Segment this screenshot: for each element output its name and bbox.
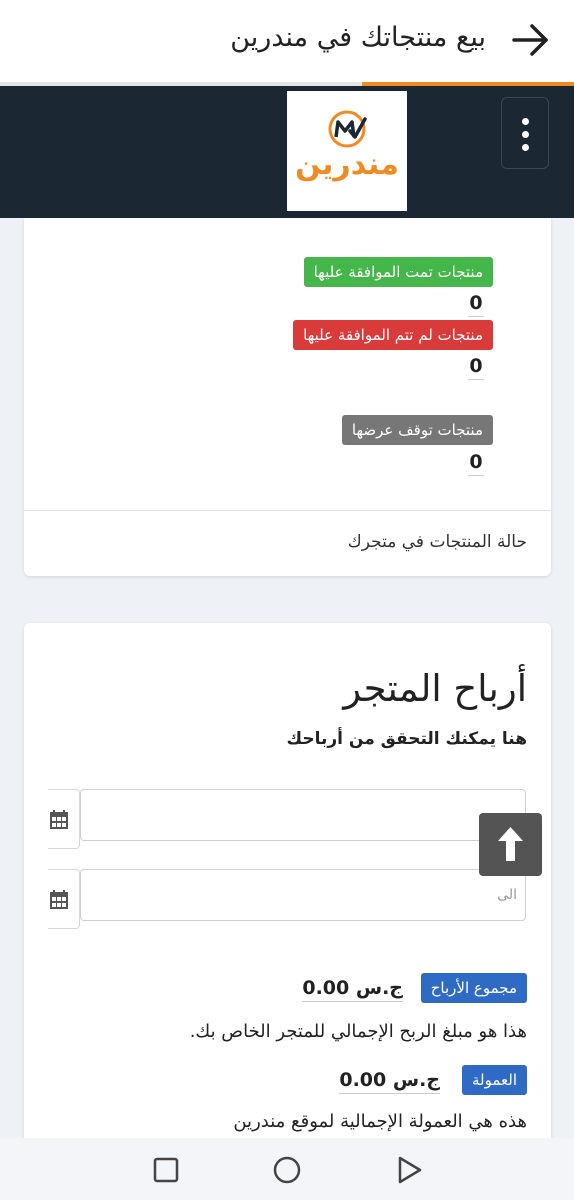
product-status-footer: حالة المنتجات في متجرك xyxy=(347,532,527,552)
logo[interactable]: مندرين xyxy=(287,91,407,211)
total-profit-value: ج.س 0.00 xyxy=(302,975,403,1002)
product-status-card: منتجات تمت الموافقة عليها 0 منتجات لم تت… xyxy=(24,218,551,576)
commission-desc: هذه هي العمولة الإجمالية لموقع مندرين xyxy=(233,1111,527,1132)
stopped-badge: منتجات توقف عرضها xyxy=(341,415,493,445)
total-profit-desc: هذا هو مبلغ الربح الإجمالي للمتجر الخاص … xyxy=(189,1021,527,1042)
app-bar: بيع منتجاتك في مندرين xyxy=(0,0,574,84)
more-vertical-icon[interactable] xyxy=(501,97,549,169)
approved-badge: منتجات تمت الموافقة عليها xyxy=(303,257,493,287)
profits-title: أرباح المتجر xyxy=(343,667,527,710)
triangle-back-icon[interactable] xyxy=(388,1150,428,1190)
profits-card: أرباح المتجر هنا يمكنك التحقق من أرباحك … xyxy=(24,623,551,1163)
profits-subtitle: هنا يمكنك التحقق من أرباحك xyxy=(286,729,527,749)
site-header: مندرين xyxy=(0,86,574,218)
system-nav-bar xyxy=(0,1138,574,1200)
to-date-input[interactable] xyxy=(80,869,526,921)
arrow-right-icon[interactable] xyxy=(508,18,552,62)
logo-mark-icon xyxy=(328,110,367,148)
square-icon[interactable] xyxy=(146,1150,186,1190)
app-bar-title: بيع منتجاتك في مندرين xyxy=(230,22,486,53)
calendar-icon[interactable] xyxy=(48,789,80,849)
stopped-count: 0 xyxy=(468,449,484,476)
logo-text: مندرين xyxy=(295,147,399,182)
rejected-count: 0 xyxy=(468,353,484,380)
circle-icon[interactable] xyxy=(267,1150,307,1190)
calendar-icon[interactable] xyxy=(48,869,80,929)
from-date-input[interactable] xyxy=(80,789,526,841)
approved-count: 0 xyxy=(468,290,484,317)
divider xyxy=(24,510,551,511)
arrow-up-icon[interactable] xyxy=(479,813,542,876)
rejected-badge: منتجات لم تتم الموافقة عليها xyxy=(293,320,493,350)
commission-badge: العمولة xyxy=(461,1065,527,1095)
commission-value: ج.س 0.00 xyxy=(339,1067,440,1094)
total-profit-badge: مجموع الأرباح xyxy=(420,973,527,1003)
